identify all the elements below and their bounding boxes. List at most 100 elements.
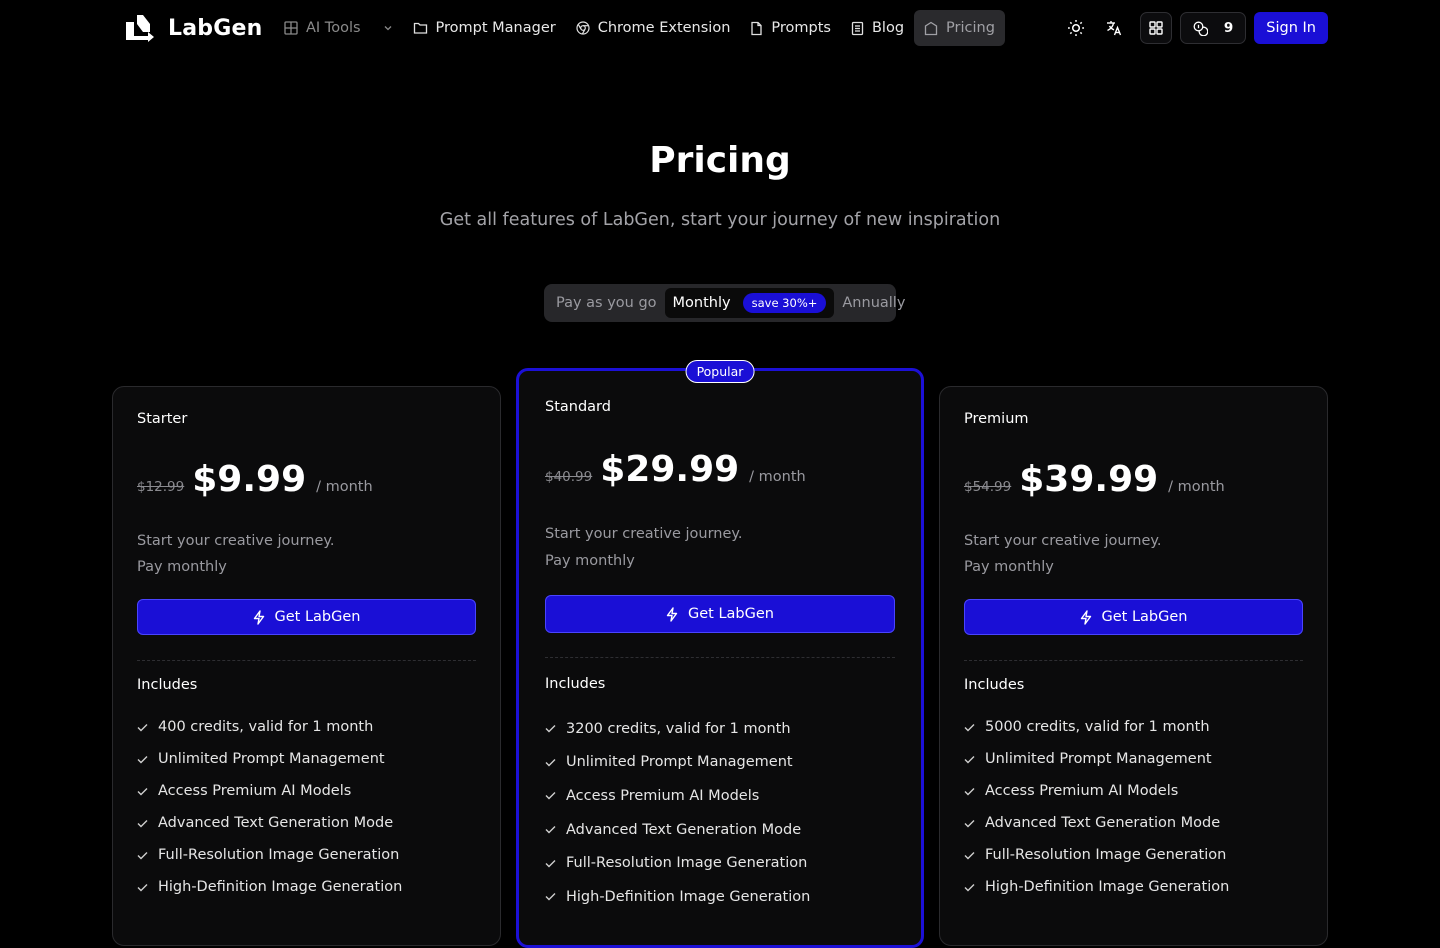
check-icon [964, 723, 975, 732]
chrome-icon [576, 21, 590, 35]
price-row: $12.99 $9.99 / month [137, 459, 373, 500]
feature-item: High-Definition Image Generation [964, 871, 1229, 903]
chevron-down-icon [383, 23, 393, 33]
check-icon [964, 883, 975, 892]
top-nav: LabGen AI Tools Prompt Manager Chrome Ex… [0, 0, 1440, 56]
document-icon [851, 21, 864, 36]
divider [964, 660, 1303, 661]
feature-item: 400 credits, valid for 1 month [137, 711, 402, 743]
plan-name: Premium [964, 411, 1029, 427]
get-labgen-button[interactable]: Get LabGen [545, 595, 895, 633]
check-icon [137, 851, 148, 860]
check-icon [137, 723, 148, 732]
divider [545, 657, 895, 658]
billing-option-annually[interactable]: Annually [834, 288, 913, 318]
feature-item: Advanced Text Generation Mode [545, 813, 810, 847]
feature-text: Advanced Text Generation Mode [566, 821, 802, 838]
plan-description-line2: Pay monthly [964, 559, 1054, 575]
get-labgen-button[interactable]: Get LabGen [964, 599, 1303, 635]
plan-description-line1: Start your creative journey. [545, 526, 743, 542]
feature-item: Full-Resolution Image Generation [545, 846, 810, 880]
feature-text: Access Premium AI Models [566, 787, 760, 804]
language-button[interactable] [1098, 12, 1130, 44]
nav-pricing[interactable]: Pricing [914, 10, 1005, 46]
feature-item: 5000 credits, valid for 1 month [964, 711, 1229, 743]
feature-item: Advanced Text Generation Mode [964, 807, 1229, 839]
price-row: $40.99 $29.99 / month [545, 449, 806, 490]
check-icon [964, 755, 975, 764]
plan-card-starter: Starter $12.99 $9.99 / month Start your … [112, 386, 501, 946]
plan-description: Start your creative journey. Pay monthly [137, 528, 335, 580]
feature-text: Unlimited Prompt Management [985, 751, 1212, 767]
lightning-icon [666, 606, 678, 622]
credits-button[interactable]: 9 [1179, 12, 1247, 44]
feature-list: 5000 credits, valid for 1 month Unlimited… [964, 711, 1229, 903]
feature-text: Full-Resolution Image Generation [985, 847, 1227, 863]
page-title: Pricing [649, 140, 791, 181]
feature-text: Advanced Text Generation Mode [158, 815, 394, 831]
nav-ai-tools-label: AI Tools [306, 20, 361, 36]
get-labgen-label: Get LabGen [274, 609, 361, 625]
plan-description: Start your creative journey. Pay monthly [964, 528, 1162, 580]
nav-blog-label: Blog [871, 20, 905, 36]
credits-count: 9 [1223, 20, 1234, 36]
plan-card-premium: Premium $54.99 $39.99 / month Start your… [939, 386, 1328, 946]
plan-description: Start your creative journey. Pay monthly [545, 521, 743, 575]
nav-pricing-label: Pricing [946, 20, 995, 36]
feature-text: 400 credits, valid for 1 month [158, 719, 374, 735]
feature-item: Full-Resolution Image Generation [137, 839, 402, 871]
feature-text: Access Premium AI Models [985, 783, 1179, 799]
nav-prompts-label: Prompts [771, 20, 831, 36]
old-price: $54.99 [964, 479, 1012, 495]
nav-prompt-manager[interactable]: Prompt Manager [403, 10, 566, 46]
feature-text: Access Premium AI Models [158, 783, 352, 799]
folder-icon [413, 21, 428, 35]
feature-item: Advanced Text Generation Mode [137, 807, 402, 839]
plan-description-line1: Start your creative journey. [137, 533, 335, 549]
labgen-logo-icon [124, 12, 156, 44]
nav-ai-tools[interactable]: AI Tools [274, 10, 403, 46]
nav-prompts[interactable]: Prompts [740, 10, 841, 46]
feature-text: Unlimited Prompt Management [158, 751, 385, 767]
theme-toggle-button[interactable] [1060, 12, 1092, 44]
logo[interactable]: LabGen [124, 12, 262, 44]
get-labgen-button[interactable]: Get LabGen [137, 599, 476, 635]
billing-option-monthly[interactable]: Monthly save 30%+ [664, 288, 835, 318]
price: $29.99 [600, 449, 740, 490]
plan-description-line2: Pay monthly [137, 559, 227, 575]
apps-button[interactable] [1139, 12, 1172, 44]
price-period: / month [1168, 479, 1225, 495]
price-period: / month [749, 469, 806, 485]
plan-card-standard: Popular Standard $40.99 $29.99 / month S… [516, 360, 924, 948]
feature-item: High-Definition Image Generation [545, 880, 810, 914]
feature-item: Full-Resolution Image Generation [964, 839, 1229, 871]
divider [137, 660, 476, 661]
feature-text: Advanced Text Generation Mode [985, 815, 1221, 831]
feature-item: Access Premium AI Models [545, 779, 810, 813]
get-labgen-label: Get LabGen [688, 606, 774, 622]
feature-item: Access Premium AI Models [964, 775, 1229, 807]
nav-chrome-extension-label: Chrome Extension [597, 20, 731, 36]
feature-item: Unlimited Prompt Management [137, 743, 402, 775]
feature-item: Unlimited Prompt Management [964, 743, 1229, 775]
feature-item: 3200 credits, valid for 1 month [545, 712, 810, 746]
feature-text: High-Definition Image Generation [985, 879, 1230, 895]
check-icon [964, 787, 975, 796]
feature-item: Access Premium AI Models [137, 775, 402, 807]
check-icon [137, 819, 148, 828]
lightning-icon [1080, 609, 1092, 625]
sign-in-button[interactable]: Sign In [1254, 12, 1328, 44]
feature-text: High-Definition Image Generation [158, 879, 403, 895]
check-icon [545, 825, 556, 834]
logo-text: LabGen [168, 15, 263, 41]
price: $39.99 [1019, 459, 1159, 500]
check-icon [545, 791, 556, 800]
billing-option-monthly-label: Monthly [672, 295, 731, 311]
nav-chrome-extension[interactable]: Chrome Extension [566, 10, 741, 46]
nav-blog[interactable]: Blog [841, 10, 914, 46]
grid-icon [284, 21, 298, 35]
check-icon [545, 859, 556, 868]
billing-option-pay-as-you-go[interactable]: Pay as you go [548, 288, 665, 318]
includes-heading: Includes [545, 676, 606, 692]
feature-list: 400 credits, valid for 1 month Unlimited … [137, 711, 402, 903]
